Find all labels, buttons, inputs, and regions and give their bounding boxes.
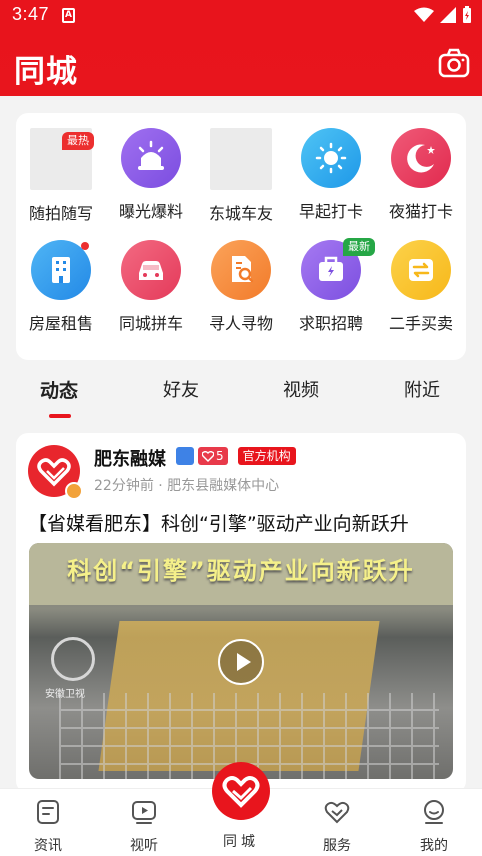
grid-item-night-checkin[interactable]: 夜猫打卡: [376, 128, 466, 222]
video-banner: 科创“引擎”驱动产业向新跃升: [29, 543, 453, 605]
category-grid: 最热 随拍随写 曝光爆料 东城车友 早起打卡 夜猫打卡 房屋租售 同城拼车 寻人…: [16, 113, 466, 360]
nav-label: 我的: [420, 838, 448, 854]
heart-icon: [202, 450, 214, 462]
grid-item-exposure[interactable]: 曝光爆料: [106, 128, 196, 222]
image-placeholder-icon: 最热: [30, 128, 94, 190]
video-thumbnail[interactable]: 科创“引擎”驱动产业向新跃升 安徽卫视: [29, 543, 453, 779]
heart-level-badge: 5: [198, 447, 228, 465]
feed-card[interactable]: 肥东融媒 5 官方机构 22分钟前 · 肥东县融媒体中心 【省媒看肥东】科创“引…: [16, 433, 466, 793]
image-placeholder-icon: [210, 128, 272, 190]
car-icon: [121, 240, 181, 300]
battery-icon: [463, 6, 471, 23]
status-bar: 3:47 A: [0, 0, 482, 30]
grid-item-label: 早起打卡: [298, 202, 363, 221]
hot-badge: 最热: [62, 132, 94, 150]
profile-icon: [424, 800, 444, 824]
moon-icon: [391, 128, 451, 188]
swap-icon: [391, 240, 451, 300]
nav-label: 视听: [130, 838, 158, 854]
grid-item-label: 房屋租售: [28, 314, 93, 333]
document-search-icon: [211, 240, 271, 300]
tab-nearby[interactable]: 附近: [404, 376, 440, 402]
feed-tabs: 动态 好友 视频 附近: [0, 370, 482, 422]
sun-icon: [301, 128, 361, 188]
tv-logo-text: 安徽卫视: [45, 689, 85, 700]
building-icon: [31, 240, 91, 300]
nav-local-button[interactable]: [212, 762, 270, 820]
status-time: 3:47: [12, 4, 50, 24]
grid-item-label: 同城拼车: [118, 314, 183, 333]
active-tab-indicator: [49, 414, 71, 418]
play-icon[interactable]: [218, 639, 264, 685]
post-headline[interactable]: 【省媒看肥东】科创“引擎”驱动产业向新跃升: [28, 509, 409, 536]
nav-local-label: 同城: [223, 834, 259, 850]
new-badge: 最新: [343, 238, 375, 256]
page-title: 同城: [14, 54, 78, 90]
author-badges: 5 官方机构: [176, 447, 296, 465]
nav-video[interactable]: 视听: [114, 799, 174, 855]
app-header: 3:47 A 同城: [0, 0, 482, 96]
nav-mine[interactable]: 我的: [404, 799, 464, 855]
heart-logo-icon: [222, 776, 260, 808]
grid-item-label: 曝光爆料: [118, 202, 183, 221]
grid-item-carpool[interactable]: 同城拼车: [106, 240, 196, 334]
siren-icon: [121, 128, 181, 188]
nav-news[interactable]: 资讯: [18, 799, 78, 855]
video-banner-text: 科创“引擎”驱动产业向新跃升: [67, 557, 415, 585]
author-name[interactable]: 肥东融媒: [94, 445, 166, 471]
grid-item-lost-found[interactable]: 寻人寻物: [196, 240, 286, 334]
wifi-icon: [414, 7, 434, 22]
tab-video[interactable]: 视频: [283, 376, 319, 402]
tv-logo-icon: [51, 637, 95, 681]
heart-service-icon: [324, 801, 350, 824]
post-meta: 22分钟前 · 肥东县融媒体中心: [94, 478, 280, 494]
nav-service[interactable]: 服务: [307, 799, 367, 855]
grid-item-label: 寻人寻物: [208, 314, 273, 333]
news-icon: [37, 800, 59, 824]
system-icons: [414, 6, 472, 24]
member-badge-icon: [176, 447, 194, 465]
grid-item-label: 东城车友: [208, 204, 273, 223]
signal-icon: [440, 7, 456, 23]
grid-item-label: 随拍随写: [28, 204, 93, 223]
official-tag: 官方机构: [237, 447, 296, 465]
video-play-icon: [132, 801, 156, 824]
sim-notification-icon: A: [62, 8, 75, 23]
nav-label: 资讯: [34, 838, 62, 854]
nav-label: 服务: [323, 838, 351, 854]
grid-item-early-checkin[interactable]: 早起打卡: [286, 128, 376, 222]
notification-dot: [81, 242, 89, 250]
heart-count: 5: [216, 449, 224, 463]
grid-item-second-hand[interactable]: 二手买卖: [376, 240, 466, 334]
grid-item-label: 二手买卖: [388, 314, 453, 333]
grid-item-car-club[interactable]: 东城车友: [196, 128, 286, 224]
briefcase-icon: 最新: [301, 238, 375, 300]
grid-item-housing[interactable]: 房屋租售: [16, 240, 106, 334]
tab-friends[interactable]: 好友: [163, 376, 199, 402]
grid-item-label: 求职招聘: [298, 314, 363, 333]
grid-item-snapshot[interactable]: 最热 随拍随写: [16, 128, 106, 224]
tab-dynamic[interactable]: 动态: [40, 376, 78, 403]
avatar[interactable]: [28, 445, 83, 500]
grid-item-label: 夜猫打卡: [388, 202, 453, 221]
verified-icon: [65, 482, 83, 500]
camera-icon[interactable]: [438, 48, 470, 78]
grid-item-jobs[interactable]: 最新 求职招聘: [286, 238, 376, 334]
